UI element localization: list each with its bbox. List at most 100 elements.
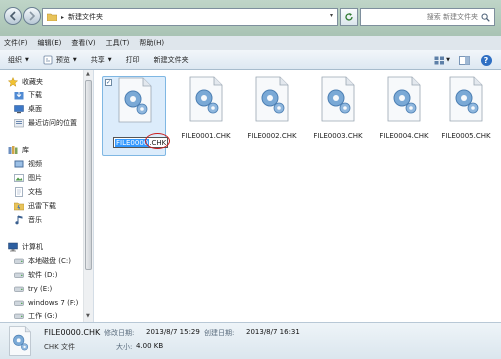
nav-drive-c[interactable]: 本地磁盘 (C:) xyxy=(14,255,71,267)
file-name: FILE0001.CHK xyxy=(181,132,231,140)
file-name: FILE0005.CHK xyxy=(441,132,491,140)
address-field[interactable]: ▸ 新建文件夹 ▾ xyxy=(42,8,338,26)
created-value: 2013/8/7 16:31 xyxy=(246,328,300,336)
nav-drive-e[interactable]: try (E:) xyxy=(14,283,52,295)
annotation-circle xyxy=(145,133,170,149)
scroll-up-icon[interactable]: ▲ xyxy=(86,71,90,77)
organize-button[interactable]: 组织 ▼ xyxy=(8,55,29,65)
nav-drive-c-label: 本地磁盘 (C:) xyxy=(28,257,71,265)
nav-documents-label: 文档 xyxy=(28,188,42,196)
file-item[interactable]: FILE0002.CHK xyxy=(240,76,304,156)
file-list: ✓ FILE0000 .CHK FILE0001.CHK FILE0002.CH… xyxy=(94,70,501,322)
checkbox-icon[interactable]: ✓ xyxy=(105,79,112,86)
file-item[interactable]: FILE0004.CHK xyxy=(372,76,436,156)
pictures-icon xyxy=(14,173,24,183)
nav-desktop-label: 桌面 xyxy=(28,105,42,113)
search-box[interactable] xyxy=(360,8,495,26)
nav-documents[interactable]: 文档 xyxy=(14,186,42,198)
nav-drive-g[interactable]: 工作 (G:) xyxy=(14,310,57,322)
chk-file-icon xyxy=(255,76,289,122)
new-folder-button[interactable]: 新建文件夹 xyxy=(154,55,189,65)
chk-file-icon xyxy=(189,76,223,122)
nav-downloads-label: 下载 xyxy=(28,91,42,99)
preview-button[interactable]: 预览 ▼ xyxy=(43,55,77,65)
forward-button[interactable] xyxy=(23,7,41,25)
back-button[interactable] xyxy=(4,7,22,25)
size-label: 大小: xyxy=(116,343,133,351)
change-view-button[interactable]: ▼ xyxy=(433,54,451,66)
preview-pane-button[interactable] xyxy=(455,54,473,66)
file-item[interactable]: FILE0005.CHK xyxy=(434,76,498,156)
nav-favorites-label: 收藏夹 xyxy=(22,78,43,86)
menu-help[interactable]: 帮助(H) xyxy=(139,38,164,48)
library-icon xyxy=(8,145,18,155)
nav-recent-label: 最近访问的位置 xyxy=(28,119,77,127)
print-button[interactable]: 打印 xyxy=(126,55,140,65)
nav-thunder[interactable]: 迅雷下载 xyxy=(14,200,56,212)
scrollbar-thumb[interactable] xyxy=(85,80,92,270)
menu-file[interactable]: 文件(F) xyxy=(4,38,28,48)
hard-drive-icon xyxy=(14,256,24,266)
navigation-pane: 收藏夹 下载 桌面 最近访问的位置 库 视频 图片 文档 迅雷下载 音乐 计算机… xyxy=(0,70,94,322)
hard-drive-icon xyxy=(14,298,24,308)
search-icon[interactable] xyxy=(481,13,490,22)
search-input[interactable] xyxy=(378,13,478,21)
menu-tools[interactable]: 工具(T) xyxy=(106,38,130,48)
breadcrumb-folder[interactable]: 新建文件夹 xyxy=(68,12,103,22)
file-name: FILE0003.CHK xyxy=(313,132,363,140)
file-item[interactable]: FILE0003.CHK xyxy=(306,76,370,156)
hard-drive-icon xyxy=(14,311,24,321)
command-bar: 组织 ▼ 预览 ▼ 共享 ▼ 打印 新建文件夹 ▼ ? xyxy=(0,50,501,70)
modified-value: 2013/8/7 15:29 xyxy=(146,328,200,336)
star-icon xyxy=(8,77,18,87)
nav-scrollbar[interactable]: ▲ ▼ xyxy=(83,70,93,322)
file-item-selected[interactable]: ✓ FILE0000 .CHK xyxy=(102,76,170,156)
chk-file-icon xyxy=(118,77,152,123)
downloads-icon xyxy=(14,90,24,100)
menu-bar: 文件(F) 编辑(E) 查看(V) 工具(T) 帮助(H) xyxy=(0,36,501,50)
hard-drive-icon xyxy=(14,270,24,280)
refresh-button[interactable] xyxy=(340,8,358,26)
organize-label: 组织 xyxy=(8,55,22,64)
nav-drive-d-label: 软件 (D:) xyxy=(28,271,58,279)
desktop-icon xyxy=(14,104,24,114)
nav-computer[interactable]: 计算机 xyxy=(8,241,43,253)
nav-pictures[interactable]: 图片 xyxy=(14,172,42,184)
share-button[interactable]: 共享 ▼ xyxy=(91,55,112,65)
view-grid-icon xyxy=(434,56,445,64)
new-folder-label: 新建文件夹 xyxy=(153,55,189,64)
size-value: 4.00 KB xyxy=(136,342,164,350)
menu-view[interactable]: 查看(V) xyxy=(71,38,95,48)
preview-label: 预览 xyxy=(55,55,70,64)
hard-drive-icon xyxy=(14,284,24,294)
details-pane: FILE0000.CHK CHK 文件 修改日期: 2013/8/7 15:29… xyxy=(0,322,501,359)
chk-file-icon xyxy=(9,326,31,356)
chevron-down-icon: ▼ xyxy=(25,56,29,63)
created-label: 创建日期: xyxy=(204,329,235,337)
nav-music[interactable]: 音乐 xyxy=(14,214,42,226)
nav-libraries-label: 库 xyxy=(22,146,29,154)
scroll-down-icon[interactable]: ▼ xyxy=(86,313,90,319)
nav-drive-d[interactable]: 软件 (D:) xyxy=(14,269,57,281)
nav-videos-label: 视频 xyxy=(28,160,42,168)
nav-music-label: 音乐 xyxy=(28,216,42,224)
nav-recent[interactable]: 最近访问的位置 xyxy=(14,117,77,129)
details-file-name: FILE0000.CHK xyxy=(44,328,101,337)
breadcrumb-separator-icon: ▸ xyxy=(61,13,65,21)
nav-desktop[interactable]: 桌面 xyxy=(14,103,42,115)
nav-drive-f[interactable]: windows 7 (F:) xyxy=(14,297,78,309)
nav-favorites[interactable]: 收藏夹 xyxy=(8,76,43,88)
nav-downloads[interactable]: 下载 xyxy=(14,89,42,101)
help-button[interactable]: ? xyxy=(477,54,495,66)
address-bar-area: ▸ 新建文件夹 ▾ xyxy=(0,0,501,36)
nav-computer-label: 计算机 xyxy=(22,243,43,251)
nav-drive-g-label: 工作 (G:) xyxy=(28,312,58,320)
nav-drive-f-label: windows 7 (F:) xyxy=(28,299,79,307)
address-dropdown-icon[interactable]: ▾ xyxy=(330,12,333,19)
nav-libraries[interactable]: 库 xyxy=(8,144,29,156)
preview-icon xyxy=(43,55,53,64)
file-item[interactable]: FILE0001.CHK xyxy=(174,76,238,156)
chevron-down-icon: ▼ xyxy=(107,56,112,63)
menu-edit[interactable]: 编辑(E) xyxy=(38,38,62,48)
nav-videos[interactable]: 视频 xyxy=(14,158,42,170)
